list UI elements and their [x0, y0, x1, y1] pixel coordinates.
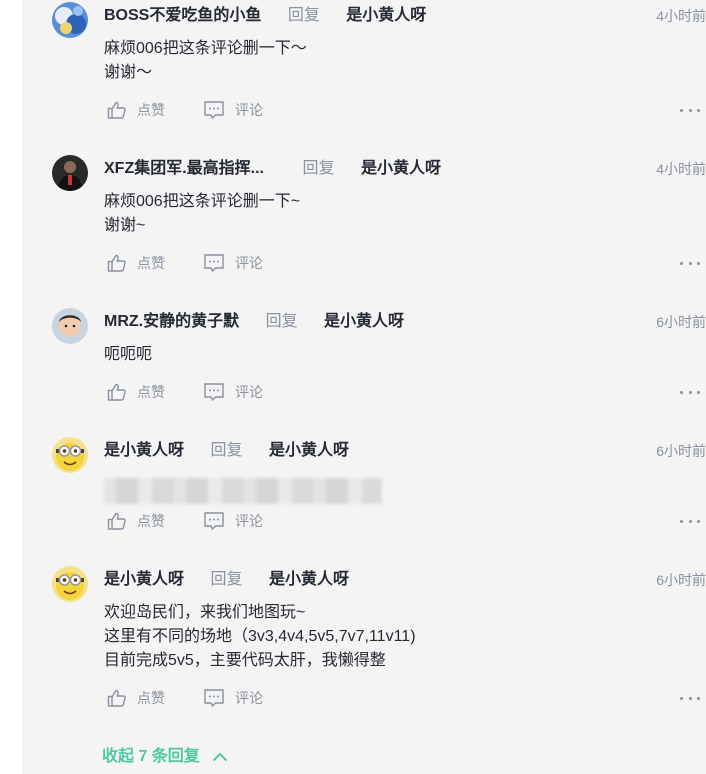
timestamp: 6小时前 — [656, 572, 706, 588]
timestamp: 4小时前 — [656, 161, 706, 177]
collapse-label: 收起 7 条回复 — [102, 748, 200, 765]
comment-text: 麻烦006把这条评论删一下~ 谢谢~ — [104, 193, 301, 234]
comment-actions: 点赞 评论 — [104, 510, 706, 532]
like-label: 点赞 — [137, 384, 165, 400]
username[interactable]: 是小黄人呀 — [104, 442, 184, 459]
collapse-replies-button[interactable]: 收起 7 条回复 — [102, 744, 228, 770]
reply-target[interactable]: 是小黄人呀 — [361, 160, 441, 177]
like-label: 点赞 — [137, 255, 165, 271]
comment-actions: 点赞 评论 — [104, 99, 706, 121]
like-label: 点赞 — [137, 102, 165, 118]
like-label: 点赞 — [137, 513, 165, 529]
timestamp: 4小时前 — [656, 8, 706, 24]
comment-button[interactable]: 评论 — [203, 381, 263, 403]
comment-button[interactable]: 评论 — [203, 252, 263, 274]
username[interactable]: XFZ集团军.最高指挥... — [104, 160, 264, 177]
blurred-comment-text — [104, 478, 382, 504]
like-button[interactable]: 点赞 — [107, 252, 165, 274]
comment-label: 评论 — [235, 102, 263, 118]
comment-icon — [204, 101, 224, 120]
thumbs-up-icon — [107, 254, 126, 272]
thumbs-up-icon — [107, 689, 126, 707]
comment-label: 评论 — [235, 513, 263, 529]
like-label: 点赞 — [137, 690, 165, 706]
chevron-up-icon — [212, 752, 228, 762]
more-icon[interactable] — [680, 512, 700, 530]
reply-target[interactable]: 是小黄人呀 — [324, 313, 404, 330]
more-icon[interactable] — [680, 101, 700, 119]
comment-label: 评论 — [235, 384, 263, 400]
username[interactable]: MRZ.安静的黄子默 — [104, 313, 239, 330]
username[interactable]: BOSS不爱吃鱼的小鱼 — [104, 7, 261, 24]
avatar[interactable] — [52, 155, 88, 191]
like-button[interactable]: 点赞 — [107, 687, 165, 709]
like-button[interactable]: 点赞 — [107, 510, 165, 532]
comment-button[interactable]: 评论 — [203, 99, 263, 121]
like-button[interactable]: 点赞 — [107, 99, 165, 121]
comment-button[interactable]: 评论 — [203, 510, 263, 532]
replies-panel: BOSS不爱吃鱼的小鱼 回复 是小黄人呀 4小时前 麻烦006把这条评论删一下～… — [22, 0, 706, 774]
reply-label: 回复 — [287, 7, 320, 24]
reply-label: 回复 — [302, 160, 335, 177]
avatar[interactable] — [52, 566, 88, 602]
comment-label: 评论 — [235, 690, 263, 706]
timestamp: 6小时前 — [656, 314, 706, 330]
thumbs-up-icon — [107, 512, 126, 530]
comment-text: 麻烦006把这条评论删一下～ 谢谢～ — [104, 40, 307, 81]
comment-text: 欢迎岛民们，来我们地图玩~ 这里有不同的场地（3v3,4v4,5v5,7v7,1… — [104, 604, 416, 669]
reply-target[interactable]: 是小黄人呀 — [269, 442, 349, 459]
comment-actions: 点赞 评论 — [104, 252, 706, 274]
comment-button[interactable]: 评论 — [203, 687, 263, 709]
reply-target[interactable]: 是小黄人呀 — [346, 7, 426, 24]
comment-icon — [204, 512, 224, 531]
comment-text: 呃呃呃 — [104, 346, 153, 363]
reply-target[interactable]: 是小黄人呀 — [269, 571, 349, 588]
comment-icon — [204, 383, 224, 402]
like-button[interactable]: 点赞 — [107, 381, 165, 403]
thumbs-up-icon — [107, 383, 126, 401]
timestamp: 6小时前 — [656, 443, 706, 459]
comment-actions: 点赞 评论 — [104, 687, 706, 709]
reply-label: 回复 — [210, 571, 243, 588]
comment-icon — [204, 689, 224, 708]
thumbs-up-icon — [107, 101, 126, 119]
comment-label: 评论 — [235, 255, 263, 271]
comment-icon — [204, 254, 224, 273]
avatar[interactable] — [52, 437, 88, 473]
comment-actions: 点赞 评论 — [104, 381, 706, 403]
reply-label: 回复 — [265, 313, 298, 330]
more-icon[interactable] — [680, 689, 700, 707]
reply-label: 回复 — [210, 442, 243, 459]
avatar[interactable] — [52, 2, 88, 38]
more-icon[interactable] — [680, 383, 700, 401]
username[interactable]: 是小黄人呀 — [104, 571, 184, 588]
more-icon[interactable] — [680, 254, 700, 272]
avatar[interactable] — [52, 308, 88, 344]
